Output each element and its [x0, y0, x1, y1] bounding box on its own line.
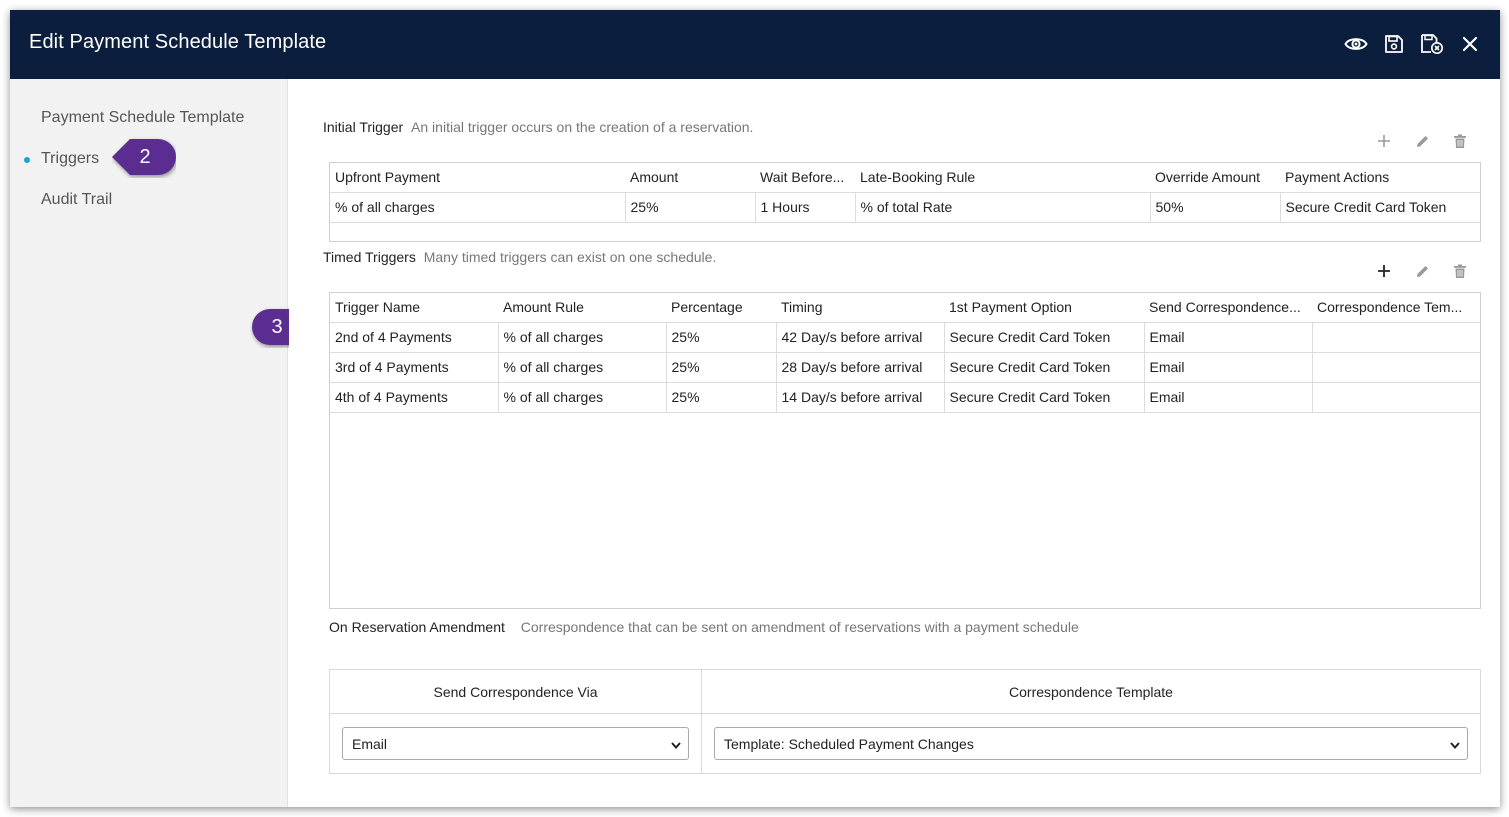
add-icon[interactable]	[1375, 132, 1393, 150]
table-cell: % of all charges	[498, 381, 667, 412]
correspondence-template-value: Template: Scheduled Payment Changes	[724, 735, 974, 752]
empty-row	[330, 221, 1480, 240]
column-header[interactable]: Late-Booking Rule	[855, 163, 1150, 192]
table-cell: 14 Day/s before arrival	[776, 381, 945, 412]
table-cell: Email	[1144, 351, 1313, 382]
table-cell: % of total Rate	[855, 191, 1151, 222]
add-icon[interactable]	[1375, 262, 1393, 280]
table-cell: 4th of 4 Payments	[330, 381, 499, 412]
amendment-title: On Reservation Amendment	[329, 619, 505, 635]
table-cell: 25%	[666, 321, 777, 352]
column-header[interactable]: Payment Actions	[1280, 163, 1480, 192]
eye-icon[interactable]	[1344, 32, 1368, 56]
initial-trigger-header-row: Upfront Payment Amount Wait Before... La…	[330, 163, 1480, 192]
table-cell	[1312, 381, 1480, 412]
column-header[interactable]: Wait Before...	[755, 163, 855, 192]
send-via-value: Email	[352, 735, 388, 752]
title-bar: Edit Payment Schedule Template	[10, 10, 1500, 79]
column-header[interactable]: Timing	[776, 293, 944, 322]
table-cell: Secure Credit Card Token	[944, 321, 1145, 352]
active-indicator	[24, 157, 30, 163]
table-cell: Secure Credit Card Token	[944, 351, 1145, 382]
dialog-title: Edit Payment Schedule Template	[29, 31, 327, 53]
send-via-header: Send Correspondence Via	[330, 670, 701, 714]
sidebar-item-audit-trail[interactable]: Audit Trail	[41, 191, 112, 209]
save-icon[interactable]	[1382, 32, 1406, 56]
amendment-description: Correspondence that can be sent on amend…	[520, 619, 1079, 635]
send-via-select[interactable]: Email	[342, 727, 689, 760]
timed-triggers-heading: Timed Triggers Many timed triggers can e…	[323, 249, 716, 265]
table-cell: Secure Credit Card Token	[1280, 191, 1480, 222]
table-cell: Email	[1144, 381, 1313, 412]
initial-trigger-heading: Initial Trigger An initial trigger occur…	[323, 119, 753, 135]
column-header[interactable]: Override Amount	[1150, 163, 1280, 192]
table-cell: 25%	[666, 351, 777, 382]
column-header[interactable]: Upfront Payment	[330, 163, 625, 192]
table-cell	[1312, 351, 1480, 382]
table-cell: 50%	[1150, 191, 1281, 222]
table-cell: % of all charges	[330, 191, 626, 222]
table-cell: 42 Day/s before arrival	[776, 321, 945, 352]
amendment-heading: On Reservation Amendment Correspondence …	[329, 619, 1079, 635]
sidebar: Payment Schedule Template Triggers Audit…	[10, 79, 288, 807]
table-cell: 2nd of 4 Payments	[330, 321, 499, 352]
table-cell: Email	[1144, 321, 1313, 352]
table-cell: 28 Day/s before arrival	[776, 351, 945, 382]
chevron-down-icon	[1449, 738, 1461, 754]
column-header[interactable]: Correspondence Tem...	[1312, 293, 1480, 322]
callout-2-label: 2	[139, 145, 151, 168]
timed-triggers-actions	[1375, 262, 1469, 280]
chevron-down-icon	[670, 738, 682, 754]
save-close-icon[interactable]	[1420, 32, 1444, 56]
table-row[interactable]: 2nd of 4 Payments % of all charges 25% 4…	[330, 321, 1480, 352]
main-content: Initial Trigger An initial trigger occur…	[289, 79, 1500, 807]
callout-2: 2	[112, 138, 176, 176]
table-cell: % of all charges	[498, 321, 667, 352]
timed-triggers-title: Timed Triggers	[323, 249, 416, 265]
column-header[interactable]: 1st Payment Option	[944, 293, 1144, 322]
column-header[interactable]: Amount Rule	[498, 293, 666, 322]
table-row[interactable]: 3rd of 4 Payments % of all charges 25% 2…	[330, 351, 1480, 382]
column-header[interactable]: Trigger Name	[330, 293, 498, 322]
table-cell: % of all charges	[498, 351, 667, 382]
edit-icon[interactable]	[1413, 132, 1431, 150]
template-header: Correspondence Template	[702, 670, 1480, 714]
close-icon[interactable]	[1458, 32, 1482, 56]
table-row[interactable]: % of all charges 25% 1 Hours % of total …	[330, 191, 1480, 222]
sidebar-item-triggers[interactable]: Triggers	[41, 150, 99, 168]
column-divider	[701, 670, 702, 773]
delete-icon[interactable]	[1451, 262, 1469, 280]
column-header[interactable]: Amount	[625, 163, 755, 192]
delete-icon[interactable]	[1451, 132, 1469, 150]
table-cell	[1312, 321, 1480, 352]
edit-payment-schedule-dialog: Edit Payment Schedule Template Payment S…	[10, 10, 1500, 807]
initial-trigger-actions	[1375, 132, 1469, 150]
title-actions	[1344, 32, 1482, 56]
initial-trigger-title: Initial Trigger	[323, 119, 404, 135]
timed-triggers-table: Trigger Name Amount Rule Percentage Timi…	[329, 292, 1481, 609]
table-cell: 25%	[625, 191, 756, 222]
initial-trigger-description: An initial trigger occurs on the creatio…	[411, 119, 754, 135]
initial-trigger-table: Upfront Payment Amount Wait Before... La…	[329, 162, 1481, 242]
amendment-table: Send Correspondence Via Correspondence T…	[329, 669, 1481, 774]
column-header[interactable]: Percentage	[666, 293, 776, 322]
table-cell: 1 Hours	[755, 191, 856, 222]
table-cell: 25%	[666, 381, 777, 412]
table-cell: 3rd of 4 Payments	[330, 351, 499, 382]
edit-icon[interactable]	[1413, 262, 1431, 280]
table-row[interactable]: 4th of 4 Payments % of all charges 25% 1…	[330, 381, 1480, 412]
correspondence-template-select[interactable]: Template: Scheduled Payment Changes	[714, 727, 1468, 760]
timed-triggers-header-row: Trigger Name Amount Rule Percentage Timi…	[330, 293, 1480, 322]
table-cell: Secure Credit Card Token	[944, 381, 1145, 412]
column-header[interactable]: Send Correspondence...	[1144, 293, 1312, 322]
timed-triggers-description: Many timed triggers can exist on one sch…	[423, 249, 717, 265]
callout-3-label: 3	[271, 315, 283, 338]
sidebar-item-payment-schedule-template[interactable]: Payment Schedule Template	[41, 109, 244, 127]
